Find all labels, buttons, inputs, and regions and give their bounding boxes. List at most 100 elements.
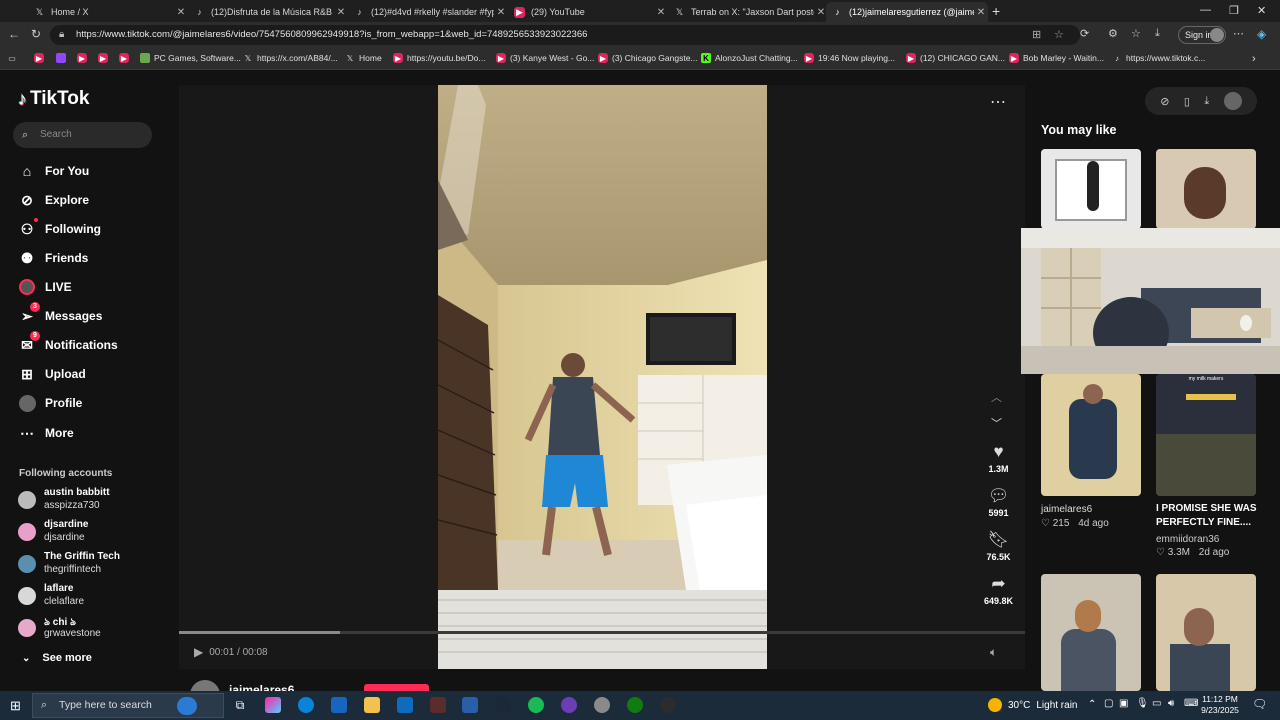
copilot-icon[interactable]: ◈ <box>1257 27 1266 41</box>
bookmark[interactable]: PC Games, Software... <box>140 53 241 63</box>
nav-notifications[interactable]: ✉︎ 9 Notifications <box>18 331 118 355</box>
minimize-icon[interactable]: — <box>1200 4 1211 16</box>
bookmark[interactable]: K AlonzoJust Chatting... <box>701 53 798 63</box>
comment-button[interactable]: 💬︎ 5991 <box>980 486 1017 518</box>
nav-messages[interactable]: ➢ 3 Messages <box>18 302 102 326</box>
close-icon[interactable]: ✕ <box>654 7 668 18</box>
suggestion-caption[interactable]: I PROMISE SHE WAS PERFECTLY FINE.... <box>1156 502 1266 530</box>
app-icon[interactable] <box>462 697 478 713</box>
like-button[interactable]: ♥ 1.3M <box>980 442 1017 474</box>
browser-tab-active[interactable]: ♪ (12)jaimelaresgutierrez (@jaimela ✕ <box>826 2 988 22</box>
chevron-down-icon[interactable]: ﹀ <box>991 415 1002 431</box>
taskbar-clock[interactable]: 11:12 PM 9/23/2025 <box>1196 694 1244 716</box>
weather-widget[interactable]: 30°C Light rain <box>988 698 1077 712</box>
bookmark[interactable]: ▶ (12) CHICAGO GAN... <box>906 53 1005 63</box>
bookmark[interactable]: 𝕏 Home <box>345 53 382 63</box>
battery-icon[interactable]: ▭ <box>1152 698 1161 709</box>
download-icon[interactable]: ⤓ <box>1155 27 1160 40</box>
save-button[interactable]: 🔖︎ 76.5K <box>980 530 1017 562</box>
bookmark[interactable]: ▶ https://youtu.be/Do... <box>393 53 485 63</box>
avatar[interactable] <box>1223 92 1242 110</box>
close-icon[interactable]: ✕ <box>174 7 188 18</box>
video-player[interactable] <box>438 85 767 669</box>
refresh-icon[interactable]: ↻ <box>31 27 41 41</box>
chevron-right-icon[interactable]: › <box>1252 53 1256 65</box>
store-icon[interactable] <box>331 697 347 713</box>
favorites-icon[interactable]: ☆ <box>1131 27 1141 40</box>
microphone-icon[interactable]: 🎙︎ <box>1136 698 1149 709</box>
collections-icon[interactable]: ⚙︎ <box>1108 27 1118 40</box>
extensions-icon[interactable]: ⟳ <box>1080 27 1089 40</box>
restore-icon[interactable]: ❐ <box>1229 4 1239 17</box>
nav-for-you[interactable]: ⌂ For You <box>18 161 89 181</box>
nav-explore[interactable]: ⊘ Explore <box>18 190 89 210</box>
suggestion-thumbnail[interactable] <box>1041 149 1141 229</box>
bookmark[interactable]: ▶ 19:46 Now playing... <box>804 53 895 63</box>
bookmark[interactable]: ▶ <box>77 53 91 63</box>
more-options-icon[interactable]: ⋯ <box>990 92 1006 112</box>
chevron-up-icon[interactable]: ︿ <box>991 389 1002 405</box>
browser-tab[interactable]: 𝕏 Terrab on X: "Jaxson Dart postgam ✕ <box>668 2 828 22</box>
phone-icon[interactable]: ▯ <box>1184 95 1190 108</box>
url-input[interactable]: 🔒︎ https://www.tiktok.com/@jaimelares6/v… <box>50 25 1080 45</box>
tiktok-logo[interactable]: ♪ TikTok <box>18 88 89 110</box>
suggestion-caption[interactable]: jaimelares6 <box>1041 504 1092 515</box>
windows-start-icon[interactable]: ⊞ <box>10 698 21 714</box>
xbox-icon[interactable] <box>627 697 643 713</box>
menu-icon[interactable]: ⋯ <box>1233 27 1244 40</box>
close-icon[interactable]: ✕ <box>494 7 508 18</box>
copilot-icon[interactable] <box>265 697 281 713</box>
chatgpt-icon[interactable] <box>594 697 610 713</box>
back-icon[interactable]: ← <box>8 27 20 41</box>
system-tray-icon[interactable]: ▣ <box>1119 698 1128 709</box>
share-button[interactable]: ➦ 649.8K <box>980 574 1017 606</box>
browser-tab[interactable]: ▶ (29) YouTube ✕ <box>508 2 668 22</box>
browser-tab[interactable]: ♪ (12)Disfruta de la Música R&B de ✕ <box>188 2 348 22</box>
bookmark[interactable]: ▶ <box>34 53 48 63</box>
system-tray-chevron-icon[interactable]: ⌃ <box>1088 699 1096 710</box>
nav-friends[interactable]: ⚉ Friends <box>18 248 89 268</box>
nav-upload[interactable]: ⊞ Upload <box>18 364 86 384</box>
browser-tab[interactable]: 𝕏 Home / X ✕ <box>28 2 188 22</box>
suggestion-author[interactable]: emmiidoran36 <box>1156 534 1219 545</box>
suggestion-thumbnail[interactable] <box>1156 574 1256 691</box>
volume-icon[interactable]: 🔈︎ <box>990 645 997 660</box>
app-icon[interactable] <box>660 697 676 713</box>
nav-profile[interactable]: Profile <box>18 393 82 413</box>
taskbar-search-input[interactable]: ⌕ Type here to search <box>32 693 224 718</box>
nav-more[interactable]: ⋯ More <box>18 423 74 443</box>
reader-icon[interactable]: ⊞ <box>1032 25 1041 45</box>
bookmark[interactable]: ▶ (3) Kanye West - Go... <box>496 53 594 63</box>
volume-icon[interactable]: 🔊︎ <box>1168 698 1174 709</box>
bookmark[interactable]: ▶ (3) Chicago Gangste... <box>598 53 698 63</box>
close-icon[interactable]: ✕ <box>974 7 988 18</box>
favorite-star-icon[interactable]: ☆ <box>1054 25 1064 45</box>
bookmark[interactable]: ▶ Bob Marley - Waitin... <box>1009 53 1104 63</box>
nav-following[interactable]: ⚇ Following <box>18 218 101 239</box>
picture-in-picture-window[interactable] <box>1021 228 1280 374</box>
close-window-icon[interactable]: ✕ <box>1257 4 1266 17</box>
play-icon[interactable]: ▶ <box>194 645 203 659</box>
file-explorer-icon[interactable] <box>364 697 380 713</box>
notification-center-icon[interactable]: 🗨︎ <box>1252 697 1267 711</box>
bookmark[interactable] <box>56 53 70 63</box>
edge-icon[interactable] <box>298 697 314 713</box>
suggestion-thumbnail[interactable] <box>1041 374 1141 496</box>
video-progress-bar[interactable] <box>179 631 1025 634</box>
outlook-icon[interactable] <box>397 697 413 713</box>
bookmark[interactable]: 𝕏https://x.com/AB84/... <box>243 53 338 63</box>
bookmark[interactable]: ♪ https://www.tiktok.c... <box>1112 53 1205 63</box>
compass-icon[interactable]: ⊘ <box>1160 95 1169 108</box>
suggestion-thumbnail[interactable]: my milk makers <box>1156 374 1256 496</box>
suggestion-thumbnail[interactable] <box>1041 574 1141 691</box>
bookmarks-icon[interactable]: ▭ <box>7 53 21 63</box>
new-tab-icon[interactable]: + <box>992 3 1000 19</box>
browser-tab[interactable]: ♪ (12)#d4vd #rkelly #slander #fyp ✕ <box>348 2 508 22</box>
bookmark[interactable]: ▶ <box>98 53 112 63</box>
close-icon[interactable]: ✕ <box>334 7 348 18</box>
nav-live[interactable]: LIVE <box>18 277 72 297</box>
game-icon[interactable] <box>430 697 446 713</box>
spotify-icon[interactable] <box>528 697 544 713</box>
suggestion-thumbnail[interactable] <box>1156 149 1256 229</box>
see-more-button[interactable]: ⌄ See more <box>22 652 92 664</box>
